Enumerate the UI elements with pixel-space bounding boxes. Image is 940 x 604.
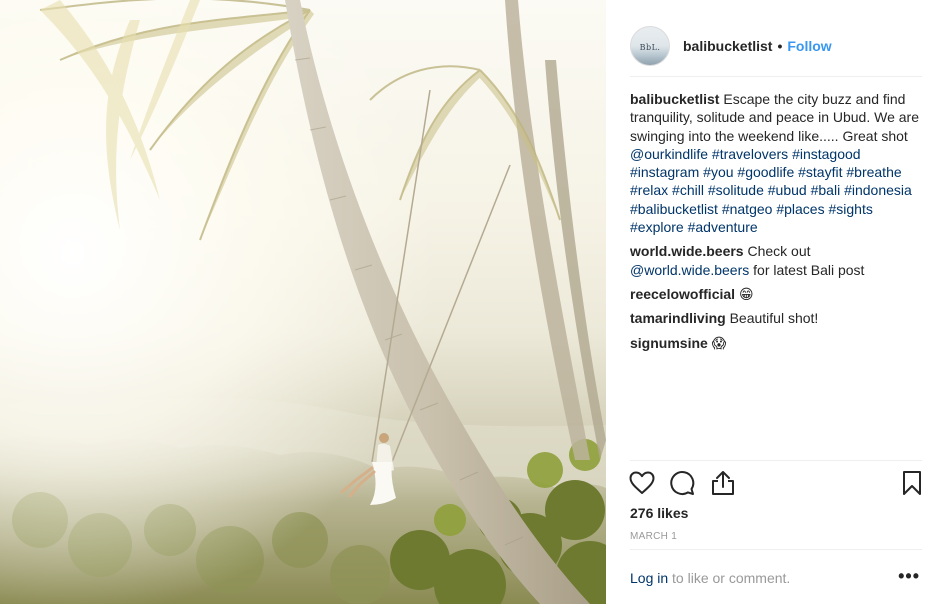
hashtag-link[interactable]: #travelovers (712, 146, 788, 162)
footer-divider (630, 549, 922, 550)
login-link[interactable]: Log in (630, 570, 668, 586)
hashtag-link[interactable]: #relax (630, 182, 668, 198)
hashtag-link[interactable]: #balibucketlist (630, 201, 718, 217)
hashtag-link[interactable]: #ubud (768, 182, 807, 198)
avatar-logo-text: BbL. (639, 42, 661, 52)
comment-author-link[interactable]: world.wide.beers (630, 243, 744, 259)
post-photo-illustration (0, 0, 606, 604)
hashtag-link[interactable]: #natgeo (722, 201, 773, 217)
hashtag-link[interactable]: #indonesia (844, 182, 912, 198)
comment-author-link[interactable]: reecelowofficial (630, 286, 735, 302)
header-text: balibucketlist • Follow (683, 38, 832, 54)
grinning-emoji: 😁 (738, 285, 754, 302)
hashtag-link[interactable]: #solitude (708, 182, 764, 198)
login-prompt: Log in to like or comment. ••• (630, 566, 922, 586)
comment-item: world.wide.beers Check out @world.wide.b… (630, 242, 920, 279)
bookmark-icon[interactable] (898, 469, 926, 497)
comment-item: signumsine 😱 (630, 334, 920, 352)
comment-text: for latest Bali post (753, 261, 865, 278)
header-separator: • (777, 38, 783, 54)
post-header: BbL. balibucketlist • Follow (630, 17, 922, 75)
comment-item: tamarindliving Beautiful shot! (630, 309, 920, 327)
comment-text: Beautiful shot! (729, 310, 819, 327)
hashtag-link[interactable]: #adventure (688, 219, 758, 235)
caption: balibucketlist Escape the city buzz and … (630, 90, 920, 236)
comment-item: reecelowofficial 😁 (630, 285, 920, 303)
hashtag-link[interactable]: #stayfit (798, 164, 842, 180)
heart-icon[interactable] (628, 469, 656, 497)
comment-author-link[interactable]: signumsine (630, 335, 708, 351)
caption-author-link[interactable]: balibucketlist (630, 91, 719, 107)
hashtag-link[interactable]: #goodlife (737, 164, 794, 180)
hashtag-link[interactable]: #breathe (846, 164, 901, 180)
likes-count[interactable]: 276 likes (630, 505, 688, 521)
header-divider (630, 76, 922, 77)
hashtag-link[interactable]: #you (703, 164, 733, 180)
login-prompt-text: to like or comment. (672, 570, 791, 586)
hashtag-link[interactable]: #bali (811, 182, 841, 198)
comments-list: balibucketlist Escape the city buzz and … (630, 90, 920, 358)
screaming-emoji: 😱 (711, 334, 727, 351)
post-date[interactable]: MARCH 1 (630, 531, 677, 542)
actions-divider (630, 460, 922, 461)
caption-mention-link[interactable]: @ourkindlife (630, 146, 708, 162)
hashtag-link[interactable]: #instagram (630, 164, 699, 180)
comment-text: Check out (747, 243, 811, 260)
post-photo[interactable] (0, 0, 606, 604)
hashtag-link[interactable]: #sights (828, 201, 872, 217)
more-options-icon[interactable]: ••• (898, 566, 920, 587)
post-side-panel: BbL. balibucketlist • Follow balibucketl… (606, 0, 940, 604)
comment-author-link[interactable]: tamarindliving (630, 310, 726, 326)
action-bar (628, 469, 922, 499)
share-icon[interactable] (709, 469, 737, 497)
comment-mention-link[interactable]: @world.wide.beers (630, 262, 749, 278)
header-username-link[interactable]: balibucketlist (683, 38, 772, 54)
hashtag-link[interactable]: #chill (672, 182, 704, 198)
follow-button[interactable]: Follow (787, 38, 831, 54)
hashtag-link[interactable]: #places (776, 201, 824, 217)
avatar[interactable]: BbL. (630, 26, 670, 66)
comment-bubble-icon[interactable] (668, 469, 696, 497)
hashtag-link[interactable]: #instagood (792, 146, 861, 162)
hashtag-link[interactable]: #explore (630, 219, 684, 235)
